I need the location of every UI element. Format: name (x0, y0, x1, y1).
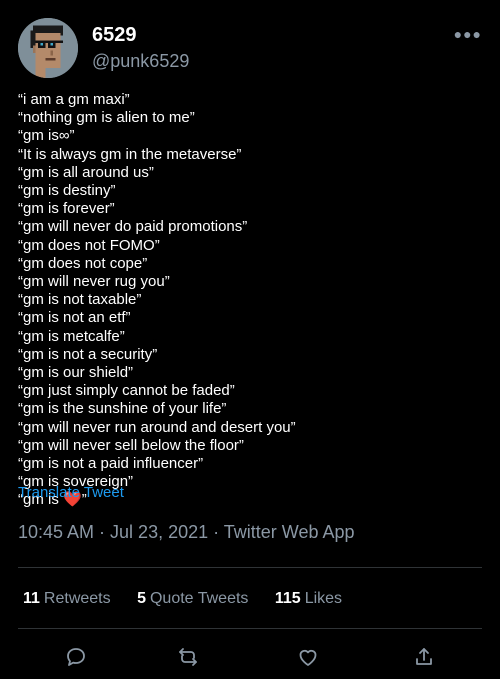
tweet-line: “gm is∞” (18, 127, 75, 145)
quote-tweets-label: Quote Tweets (149, 590, 249, 607)
engagement-stats: 11 Retweets 5 Quote Tweets 115 Likes (23, 590, 364, 608)
display-name[interactable]: 6529 (92, 24, 137, 47)
tweet-line: “It is always gm in the metaverse” (18, 145, 242, 163)
tweet-line: “gm will never sell below the floor” (18, 436, 244, 454)
retweet-icon[interactable] (176, 645, 202, 671)
retweets-stat[interactable]: 11 Retweets (23, 590, 111, 608)
avatar[interactable] (18, 18, 78, 78)
tweet-line: “nothing gm is alien to me” (18, 109, 195, 127)
translate-tweet-link[interactable]: Translate Tweet (18, 484, 124, 501)
tweet-line: “gm is metcalfe” (18, 327, 125, 345)
tweet-line: “gm is not a paid influencer” (18, 455, 204, 473)
cryptopunk-avatar-icon (18, 18, 78, 78)
tweet-line: “gm is our shield” (18, 364, 134, 382)
more-options-icon[interactable]: ●●● (454, 26, 482, 42)
tweet-line: “gm is the sunshine of your life” (18, 400, 227, 418)
like-icon[interactable] (296, 645, 322, 671)
tweet-timestamp[interactable]: 10:45 AM · Jul 23, 2021 · Twitter Web Ap… (18, 522, 355, 543)
tweet-line: “gm is not taxable” (18, 291, 142, 309)
tweet-line: “gm is destiny” (18, 182, 116, 200)
tweet-line: “gm will never rug you” (18, 273, 170, 291)
likes-label: Likes (304, 590, 343, 607)
likes-stat[interactable]: 115 Likes (275, 590, 342, 608)
reply-icon[interactable] (64, 645, 90, 671)
tweet-action-bar (18, 645, 482, 675)
tweet-line: “gm does not cope” (18, 254, 148, 272)
retweets-count: 11 (23, 590, 40, 607)
likes-count: 115 (274, 590, 301, 607)
quote-tweets-stat[interactable]: 5 Quote Tweets (137, 590, 248, 608)
divider (18, 628, 482, 629)
tweet-line: “gm is not an etf” (18, 309, 131, 327)
tweet-line: “gm does not FOMO” (18, 236, 160, 254)
tweet-header: 6529 @punk6529 ●●● (18, 18, 482, 80)
divider (18, 567, 482, 568)
tweet-line: “gm is all around us” (18, 163, 154, 181)
user-handle[interactable]: @punk6529 (92, 51, 189, 72)
tweet-line: “gm is not a security” (18, 345, 158, 363)
tweet-line: “gm will never do paid promotions” (18, 218, 248, 236)
tweet-line: “gm is forever” (18, 200, 115, 218)
tweet-line: “i am a gm maxi” (18, 91, 130, 108)
tweet-line: “gm just simply cannot be faded” (18, 382, 235, 400)
tweet-line: “gm will never run around and desert you… (18, 418, 296, 436)
share-icon[interactable] (412, 645, 438, 671)
quote-tweets-count: 5 (137, 590, 146, 607)
retweets-label: Retweets (43, 590, 111, 607)
tweet-text: “i am a gm maxi” “nothing gm is alien to… (18, 91, 482, 510)
